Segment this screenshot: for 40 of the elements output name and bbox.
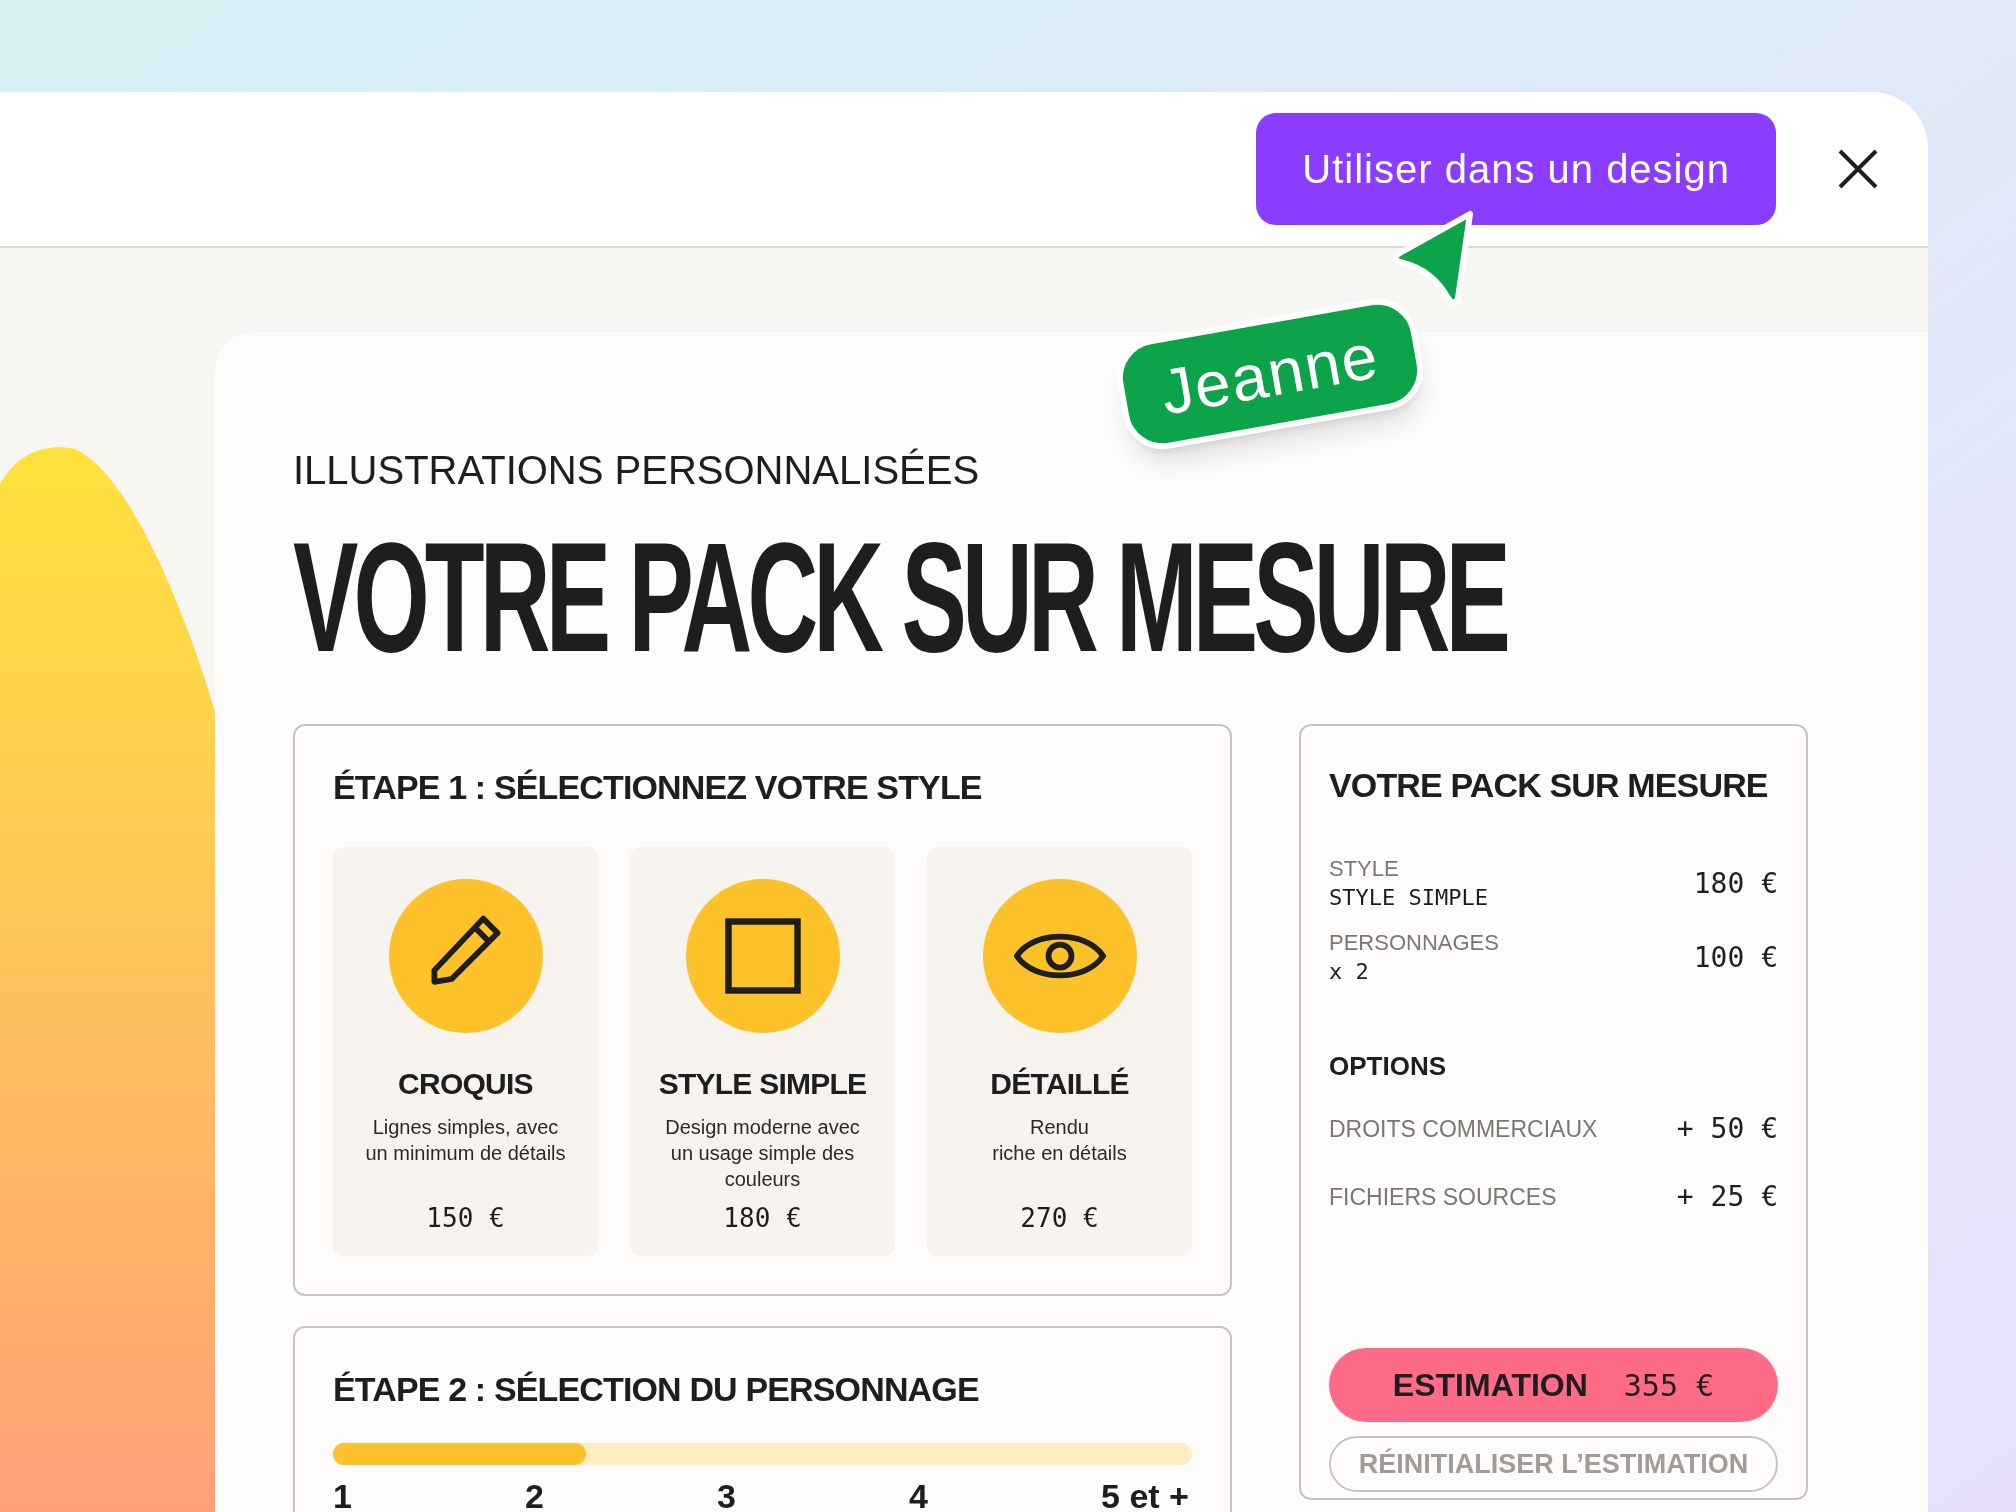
estimate-label: ESTIMATION bbox=[1392, 1366, 1588, 1405]
style-card[interactable]: DÉTAILLÉ Rendu riche en détails 270 € bbox=[927, 847, 1192, 1256]
style-card[interactable]: STYLE SIMPLE Design moderne avec un usage simple des couleurs 180 € bbox=[630, 847, 895, 1256]
style-description: Rendu riche en détails bbox=[991, 1115, 1128, 1166]
estimate-value: 355 € bbox=[1623, 1366, 1715, 1405]
line-detail: x 2 bbox=[1329, 958, 1370, 986]
style-name: STYLE SIMPLE bbox=[658, 1066, 867, 1102]
page-title: VOTRE PACK SUR MESURE bbox=[293, 518, 1506, 675]
style-name: DÉTAILLÉ bbox=[990, 1066, 1129, 1102]
step-heading: ÉTAPE 2 : SÉLECTION DU PERSONNAGE bbox=[333, 1369, 980, 1410]
slider-label: 4 bbox=[909, 1476, 928, 1512]
style-card[interactable]: CROQUIS Lignes simples, avec un minimum de détails 150 € bbox=[333, 847, 598, 1256]
eyebrow-text: ILLUSTRATIONS PERSONNALISÉES bbox=[293, 450, 981, 490]
line-detail: STYLE SIMPLE bbox=[1329, 884, 1488, 912]
summary-heading: VOTRE PACK SUR MESURE bbox=[1329, 765, 1769, 806]
style-price: 270 € bbox=[1020, 1202, 1099, 1235]
estimate-button[interactable]: ESTIMATION 355 € bbox=[1329, 1348, 1778, 1422]
line-price: 100 € bbox=[1693, 940, 1778, 976]
slider-label: 1 bbox=[333, 1476, 352, 1512]
style-description: Design moderne avec un usage simple des couleurs bbox=[664, 1115, 861, 1192]
option-price: + 50 € bbox=[1676, 1111, 1778, 1147]
line-price: 180 € bbox=[1693, 866, 1778, 902]
use-in-design-button[interactable]: Utiliser dans un design bbox=[1256, 113, 1776, 225]
style-price: 180 € bbox=[723, 1202, 802, 1235]
close-button[interactable] bbox=[1836, 147, 1880, 191]
style-price: 150 € bbox=[426, 1202, 505, 1235]
slider-label: 5 et + bbox=[1101, 1476, 1189, 1512]
step-heading: ÉTAPE 1 : SÉLECTIONNEZ VOTRE STYLE bbox=[333, 767, 983, 808]
style-name: CROQUIS bbox=[398, 1066, 533, 1102]
line-label: STYLE bbox=[1329, 855, 1400, 883]
option-label: FICHIERS SOURCES bbox=[1329, 1182, 1557, 1212]
slider-track[interactable] bbox=[333, 1443, 1192, 1465]
option-label: DROITS COMMERCIAUX bbox=[1329, 1114, 1598, 1144]
options-heading: OPTIONS bbox=[1329, 1050, 1447, 1083]
style-description: Lignes simples, avec un minimum de détails bbox=[364, 1115, 567, 1166]
option-price: + 25 € bbox=[1676, 1179, 1778, 1215]
close-icon bbox=[1838, 149, 1878, 189]
slider-label: 3 bbox=[717, 1476, 736, 1512]
line-label: PERSONNAGES bbox=[1329, 929, 1499, 957]
slider-label: 2 bbox=[525, 1476, 544, 1512]
